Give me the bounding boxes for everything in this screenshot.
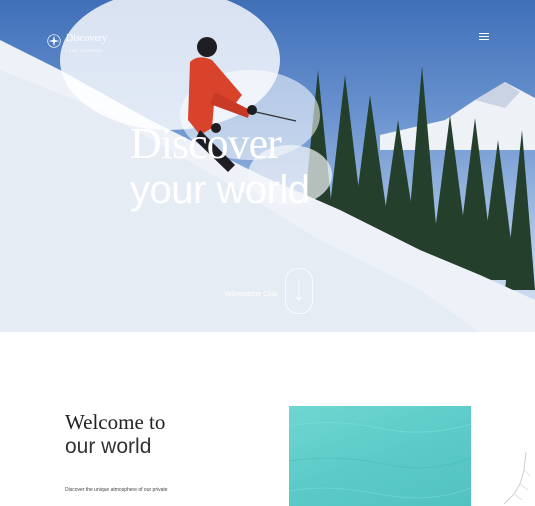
hero-section: Discovery LAND COMPANY Discover your wor… <box>0 0 535 332</box>
hamburger-menu-icon[interactable] <box>479 33 489 42</box>
welcome-intro-text: Discover the unique atmosphere of our pr… <box>65 487 168 493</box>
welcome-heading: Welcome to our world <box>65 410 165 460</box>
pool-water-texture <box>289 421 471 499</box>
welcome-line-2: our world <box>65 435 152 458</box>
headline-line-2: your world <box>130 168 310 212</box>
headline-line-1: Discover <box>130 119 282 168</box>
compass-star-icon <box>47 33 61 48</box>
hero-headline: Discover your world <box>130 119 310 213</box>
brand-text: Discovery LAND COMPANY <box>66 28 108 54</box>
location-caption: Yellowstone Club <box>224 291 278 298</box>
scroll-down-button[interactable] <box>285 268 313 314</box>
welcome-line-1: Welcome to <box>65 410 166 434</box>
decorative-branch <box>503 451 531 505</box>
pool-photo <box>289 406 471 506</box>
brand-logo[interactable]: Discovery LAND COMPANY <box>47 28 107 53</box>
arrow-down-icon <box>295 280 303 301</box>
brand-tagline: LAND COMPANY <box>66 48 104 53</box>
brand-name: Discovery <box>66 33 108 44</box>
